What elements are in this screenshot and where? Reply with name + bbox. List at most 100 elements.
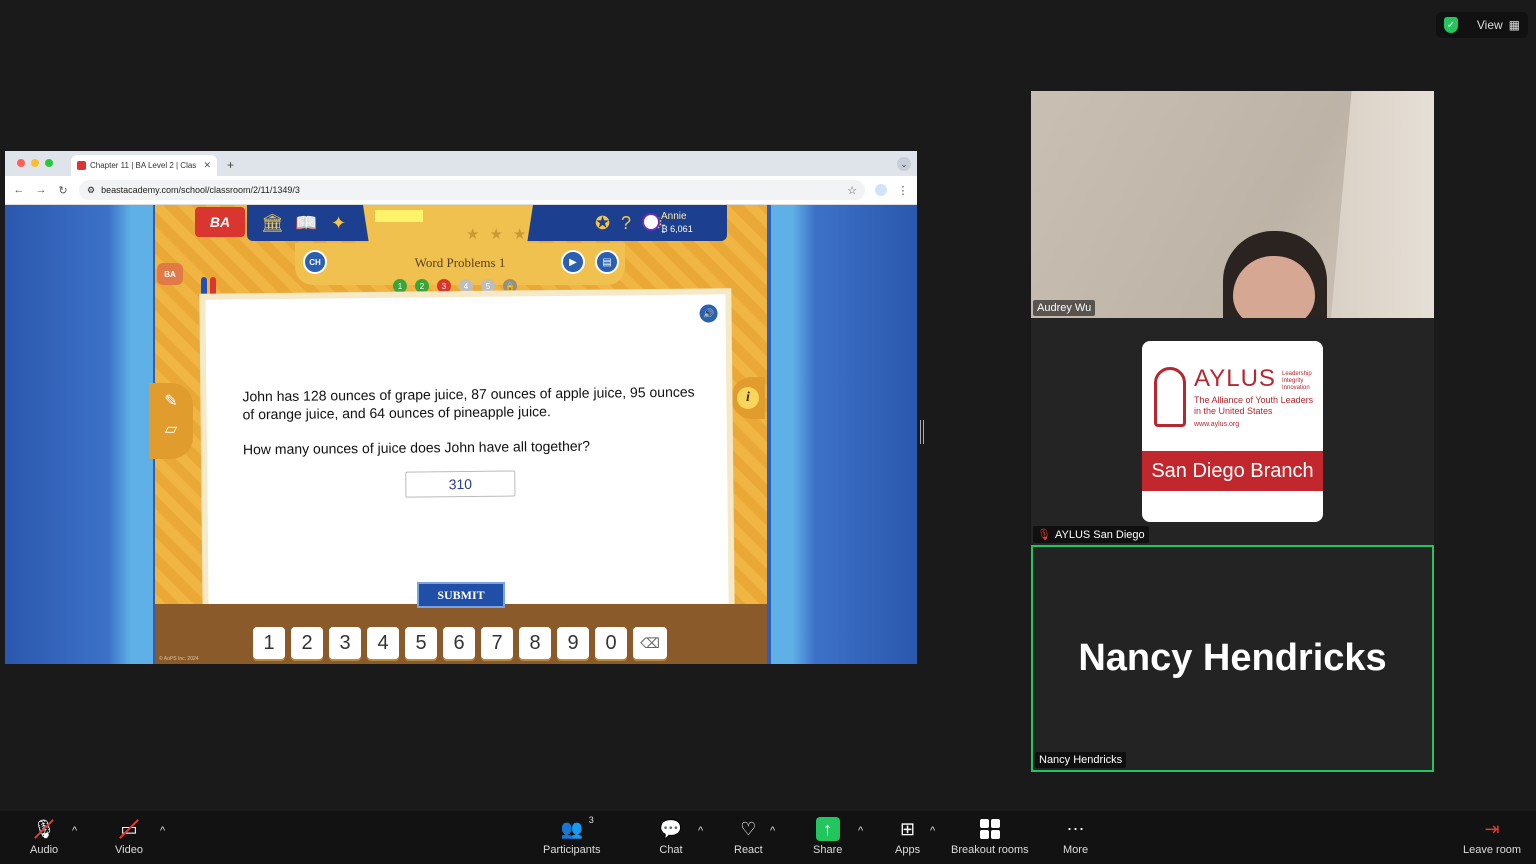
video-options-chevron-icon[interactable]: ^ [160,825,165,837]
answer-input[interactable]: 310 [405,470,516,498]
leave-room-button[interactable]: ⇥ Leave room [1463,817,1521,857]
new-tab-icon[interactable]: + [227,158,234,176]
meeting-toolbar: 🎙 Audio ^ ▭ Video ^ 👥3 Participants 💬 Ch… [0,811,1536,864]
heart-icon: ♡ [740,818,757,839]
profile-icon[interactable] [875,184,887,196]
step-1[interactable]: 1 [393,279,407,293]
awards-icon[interactable]: ✪ [595,213,610,234]
help-icon[interactable]: ? [621,213,631,234]
shared-screen: Chapter 11 | BA Level 2 | Clas ✕ + ⌄ ← →… [5,151,917,664]
react-options-chevron-icon[interactable]: ^ [770,825,775,837]
participant-display-name: Nancy Hendricks [1078,637,1387,679]
view-label: View [1476,18,1503,32]
breakout-rooms-button[interactable]: Breakout rooms [951,817,1029,856]
react-label: React [734,844,763,856]
submit-button[interactable]: SUBMIT [417,582,505,608]
info-button[interactable]: i [731,377,765,419]
url-field[interactable]: ⚙ beastacademy.com/school/classroom/2/11… [79,180,865,200]
react-button[interactable]: ♡ React [734,817,763,857]
wall-decor [1331,91,1434,318]
chat-label: Chat [659,844,683,856]
step-4[interactable]: 4 [459,279,473,293]
chat-options-chevron-icon[interactable]: ^ [698,825,703,837]
close-window-dot[interactable] [17,159,25,167]
leave-icon: ⇥ [1484,818,1500,839]
read-aloud-speaker-icon[interactable]: 🔊 [699,304,718,323]
guide-book-icon[interactable]: 📖 [295,213,317,234]
video-tile-nancy[interactable]: Nancy Hendricks Nancy Hendricks [1031,545,1434,772]
pencil-icon[interactable]: ✎ [149,391,193,411]
puzzle-icon[interactable]: ✦ [331,213,346,234]
audio-options-chevron-icon[interactable]: ^ [72,825,77,837]
torch-logo-icon [1154,367,1186,427]
tab-list-chevron-icon[interactable]: ⌄ [897,157,911,171]
more-button[interactable]: ⋯ More [1063,817,1088,857]
close-tab-icon[interactable]: ✕ [203,160,211,171]
backspace-icon[interactable]: ⌫ [633,627,667,659]
video-tile-audrey[interactable]: Audrey Wu [1031,91,1434,318]
key-8[interactable]: 8 [519,627,551,659]
browser-tab[interactable]: Chapter 11 | BA Level 2 | Clas ✕ [71,155,217,176]
eraser-icon[interactable]: ▱ [149,419,193,439]
site-settings-icon[interactable]: ⚙ [87,185,95,196]
key-9[interactable]: 9 [557,627,589,659]
favicon-icon [77,161,86,170]
play-video-icon[interactable]: ▶ [561,250,585,274]
open-book-icon[interactable]: ▤ [595,250,619,274]
share-options-chevron-icon[interactable]: ^ [858,825,863,837]
chat-button[interactable]: 💬 Chat [659,817,683,857]
left-decor [5,205,153,664]
info-icon: i [737,387,759,409]
participants-count: 3 [588,815,594,825]
stars-icon: ★★★ [466,226,537,243]
participants-button[interactable]: 👥 3 Participants [543,815,600,856]
user-coins: ₿ 6,061 [661,223,693,235]
share-label: Share [813,844,843,856]
key-4[interactable]: 4 [367,627,399,659]
apps-icon: ⊞ [899,818,916,839]
security-shield-icon[interactable]: ✓ [1444,17,1458,33]
progress-fill [375,210,423,222]
bookmark-star-icon[interactable]: ☆ [847,184,857,197]
audio-button[interactable]: 🎙 Audio [30,817,58,857]
problem-steps: 1 2 3 4 5 🔒 [393,279,517,293]
share-button[interactable]: ↑ Share [813,817,842,856]
key-3[interactable]: 3 [329,627,361,659]
browser-menu-icon[interactable]: ⋮ [897,184,909,197]
user-info[interactable]: Annie ₿ 6,061 [661,211,693,235]
forward-icon[interactable]: → [35,184,47,196]
key-6[interactable]: 6 [443,627,475,659]
aylus-tagline-3: Innovation [1282,385,1310,391]
step-5[interactable]: 5 [481,279,495,293]
maximize-window-dot[interactable] [45,159,53,167]
key-5[interactable]: 5 [405,627,437,659]
reload-icon[interactable]: ↻ [57,184,69,197]
number-pad: 1 2 3 4 5 6 7 8 9 0 ⌫ [253,627,667,659]
apps-button[interactable]: ⊞ Apps [895,817,921,857]
step-3-current[interactable]: 3 [437,279,451,293]
view-button[interactable]: View ▦ [1477,18,1520,32]
ba-corner-logo[interactable]: BA [157,263,183,285]
share-screen-icon: ↑ [815,817,840,841]
ba-logo-button[interactable]: BA [195,207,245,237]
home-icon[interactable]: 🏛 [261,213,284,234]
key-2[interactable]: 2 [291,627,323,659]
tab-title: Chapter 11 | BA Level 2 | Clas [90,161,197,170]
aylus-website: www.aylus.org [1194,421,1240,428]
key-7[interactable]: 7 [481,627,513,659]
key-0[interactable]: 0 [595,627,627,659]
video-tile-aylus[interactable]: AYLUS Leadership Integrity Innovation Th… [1031,318,1434,545]
key-1[interactable]: 1 [253,627,285,659]
step-2[interactable]: 2 [415,279,429,293]
avatar[interactable] [642,213,660,231]
apps-options-chevron-icon[interactable]: ^ [930,825,935,837]
game-area: BA BA 🏛 📖 ✦ ✪ ? ⚙ ★★★ [5,205,917,664]
minimize-window-dot[interactable] [31,159,39,167]
split-view-handle[interactable] [920,420,924,444]
chat-icon: 💬 [659,818,683,839]
browser-tabbar: Chapter 11 | BA Level 2 | Clas ✕ + ⌄ [5,151,917,176]
user-coins-value: 6,061 [670,224,693,234]
video-button[interactable]: ▭ Video [115,817,143,857]
apps-label: Apps [895,844,921,856]
back-icon[interactable]: ← [13,184,25,196]
